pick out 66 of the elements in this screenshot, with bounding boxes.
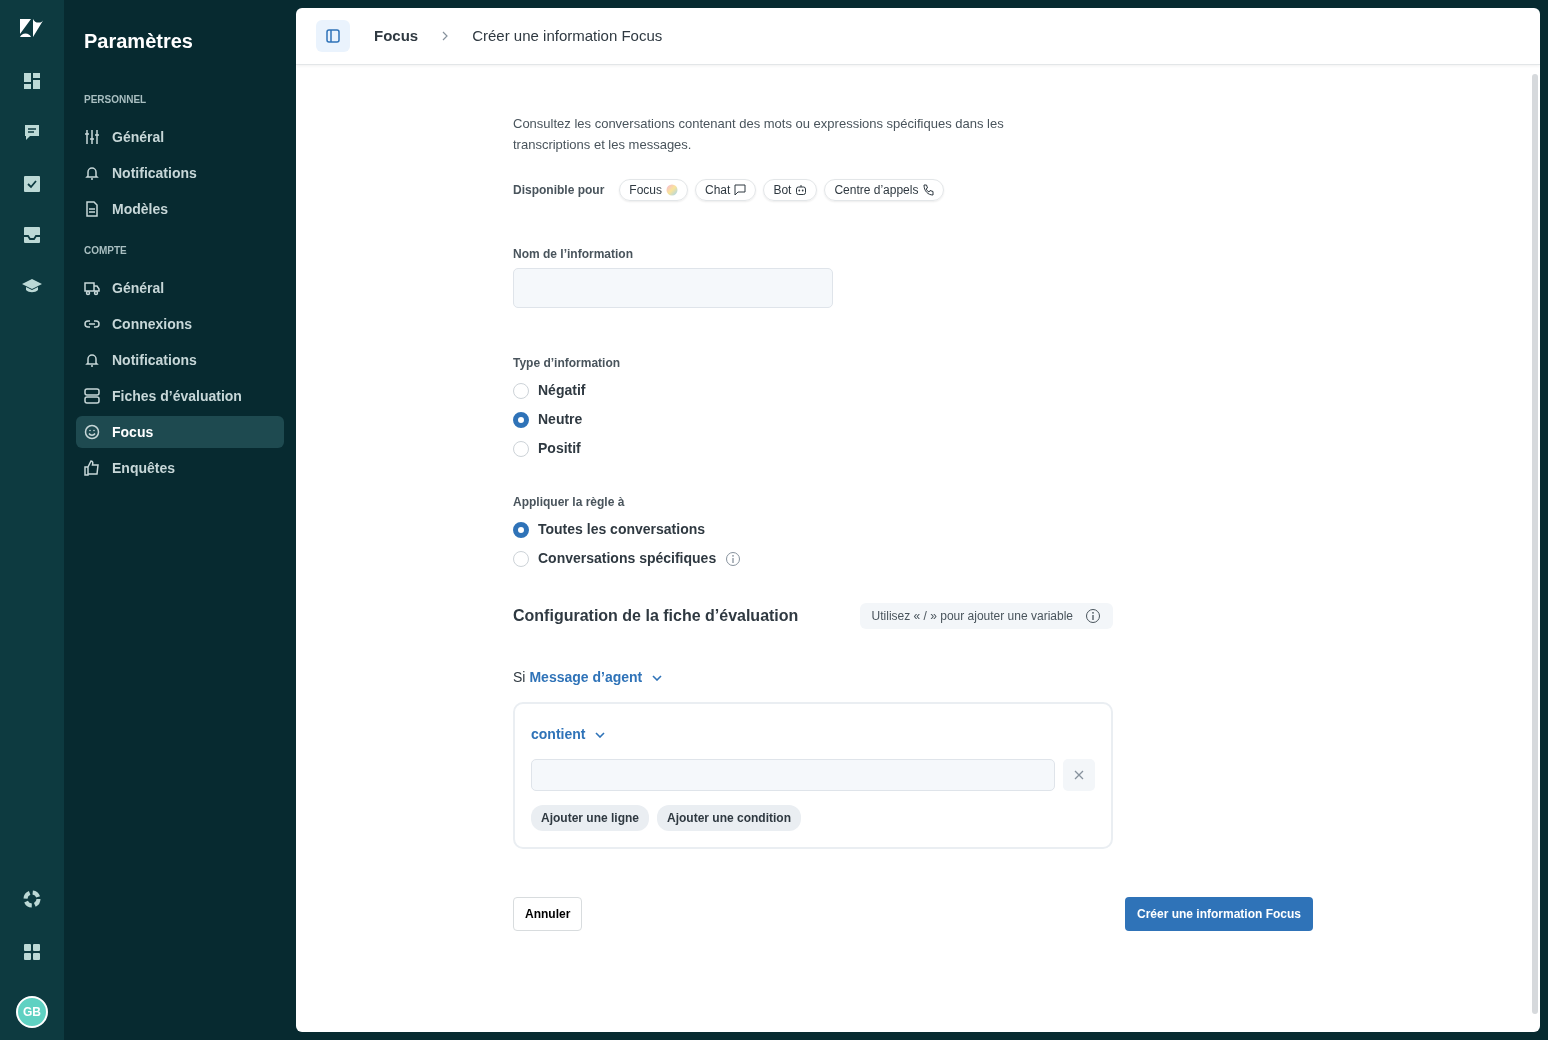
source-dropdown[interactable]: Message d’agent — [529, 667, 663, 688]
name-input-field[interactable] — [513, 268, 833, 308]
available-label: Disponible pour — [513, 182, 605, 199]
page-title: Créer une information Focus — [472, 25, 663, 46]
lifebuoy-icon[interactable] — [23, 890, 41, 908]
document-icon — [84, 201, 100, 217]
phone-icon — [922, 184, 935, 196]
bell-icon — [84, 165, 100, 181]
radio-button[interactable] — [513, 411, 529, 428]
caret-icon — [595, 731, 606, 738]
logo-icon — [19, 18, 45, 38]
add-button[interactable]: Ajouter une condition — [657, 805, 801, 831]
thumbs-up-icon — [84, 460, 100, 476]
smiley-icon — [84, 424, 100, 440]
nav-item[interactable]: Focus — [76, 416, 284, 448]
field-label: Type d’information — [513, 355, 622, 372]
gradient-circle-icon — [666, 184, 679, 196]
speech-bubble-icon — [734, 184, 747, 196]
add-button[interactable]: Ajouter une ligne — [531, 805, 649, 831]
dashboard-icon[interactable] — [24, 73, 40, 89]
operator-dropdown[interactable]: contient — [531, 724, 606, 745]
nav-item[interactable]: Notifications — [76, 157, 284, 189]
nav-item[interactable]: Général — [76, 272, 284, 304]
chat-icon[interactable] — [24, 124, 40, 141]
radio-label: Conversations spécifiques — [538, 549, 717, 568]
checkbox-icon[interactable] — [24, 176, 40, 192]
field-label: Appliquer la règle à — [513, 494, 626, 511]
robot-icon — [795, 184, 808, 196]
nav-item[interactable]: Général — [76, 121, 284, 153]
nav-item[interactable]: Connexions — [76, 308, 284, 340]
sidebar-icon — [326, 29, 340, 43]
section-title: Configuration de la fiche d’évaluation — [513, 606, 799, 626]
section-heading: COMPTE — [84, 244, 128, 258]
server-icon — [84, 388, 100, 404]
sidebar-toggle-button[interactable] — [316, 20, 350, 52]
bell-icon — [84, 352, 100, 368]
info-icon[interactable] — [1085, 608, 1101, 624]
caret-icon — [652, 674, 663, 681]
sliders-icon — [84, 129, 100, 145]
section-heading: PERSONNEL — [84, 93, 148, 107]
close-icon — [1074, 770, 1084, 780]
variable-hint: Utilisez « / » pour ajouter une variable — [859, 603, 1113, 629]
radio-label: Toutes les conversations — [538, 520, 705, 539]
radio-button[interactable] — [513, 521, 529, 538]
chevron-right-icon — [442, 31, 449, 41]
description-text: Consultez les conversations contenant des mots ou expressions spécifiques dans les transcriptions et les messages. — [513, 115, 1005, 154]
field-label: Nom de l’information — [513, 246, 634, 263]
submit-button[interactable]: Créer une information Focus — [1124, 897, 1313, 931]
radio-label: Négatif — [538, 381, 586, 400]
graduation-cap-icon[interactable] — [22, 278, 42, 294]
value-input-field[interactable] — [531, 759, 1055, 791]
radio-label: Neutre — [538, 410, 583, 429]
apps-grid-icon[interactable] — [24, 944, 40, 960]
radio-label: Positif — [538, 439, 581, 458]
nav-item[interactable]: Fiches d’évaluation — [76, 380, 284, 412]
nav-item[interactable]: Enquêtes — [76, 452, 284, 484]
cancel-button[interactable]: Annuler — [513, 897, 583, 931]
breadcrumb-link[interactable]: Focus — [374, 24, 419, 48]
inbox-icon[interactable] — [24, 227, 40, 243]
nav-item[interactable]: Notifications — [76, 344, 284, 376]
nav-item[interactable]: Modèles — [76, 193, 284, 225]
if-label: Si — [513, 668, 526, 687]
scrollbar[interactable] — [1532, 74, 1538, 1014]
info-icon[interactable] — [725, 550, 742, 567]
settings-title: Paramètres — [84, 29, 194, 54]
truck-icon — [84, 280, 100, 296]
